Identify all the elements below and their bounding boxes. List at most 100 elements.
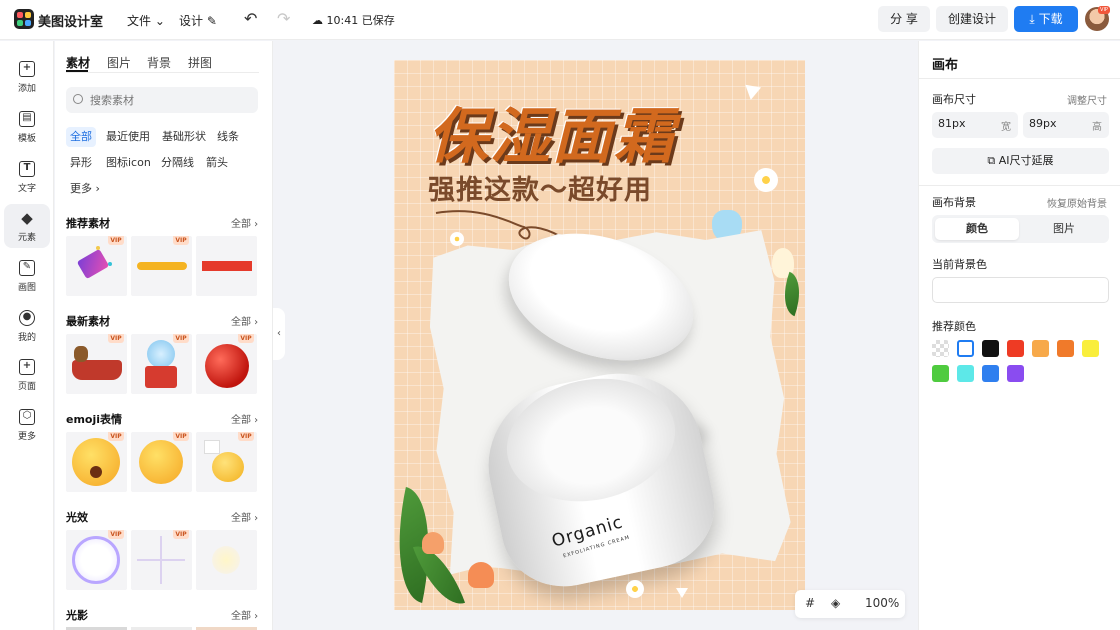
- width-field[interactable]: 宽: [932, 112, 1018, 138]
- color-swatch[interactable]: [932, 340, 949, 357]
- search-input[interactable]: [90, 91, 250, 109]
- redo-icon[interactable]: ↷: [277, 9, 290, 28]
- color-swatch[interactable]: [1007, 365, 1024, 382]
- asset-thumb-apple[interactable]: VIP: [196, 334, 257, 394]
- asset-panel: 素材 图片 背景 拼图 全部 最近使用 基础形状 线条 异形 图标icon 分隔…: [55, 41, 273, 630]
- rail-item-text[interactable]: T 文字: [4, 155, 50, 199]
- tab-image[interactable]: 图片: [1022, 218, 1106, 240]
- see-all-recommended[interactable]: 全部 ›: [231, 215, 258, 230]
- asset-thumb-brush-stroke[interactable]: VIP: [131, 236, 192, 296]
- layers-icon[interactable]: ◈: [831, 596, 840, 610]
- see-all-light-effects[interactable]: 全部 ›: [231, 509, 258, 524]
- color-swatch[interactable]: [957, 340, 974, 357]
- zoom-level[interactable]: 100%: [865, 596, 899, 610]
- color-swatch[interactable]: [982, 365, 999, 382]
- width-unit: 宽: [1001, 122, 1011, 133]
- chip-dividers[interactable]: 分隔线: [157, 153, 198, 173]
- chip-recent[interactable]: 最近使用: [102, 127, 154, 147]
- rail-item-mine[interactable]: ● 我的: [4, 304, 50, 348]
- color-swatch[interactable]: [957, 365, 974, 382]
- adjust-size-link[interactable]: 调整尺寸: [1067, 92, 1107, 107]
- tab-backgrounds[interactable]: 背景: [147, 54, 171, 71]
- download-button[interactable]: ⤓ 下载: [1014, 6, 1078, 32]
- chip-all[interactable]: 全部: [66, 127, 96, 147]
- tab-color[interactable]: 颜色: [935, 218, 1019, 240]
- decor-tulip: [468, 562, 494, 588]
- section-title-light-effects: 光效: [66, 511, 88, 524]
- vip-badge: VIP: [173, 334, 189, 343]
- undo-icon[interactable]: ↶: [244, 9, 257, 28]
- share-button[interactable]: 分 享: [878, 6, 930, 32]
- design-canvas[interactable]: 保湿面霜 强推这款～超好用 Organic EXFOLIATING CREAM: [394, 60, 805, 610]
- asset-thumb-sparkle[interactable]: VIP: [131, 530, 192, 590]
- user-icon: ●: [19, 310, 35, 326]
- ai-size-extend-button[interactable]: ⧉ AI尺寸延展: [932, 148, 1109, 174]
- background-type-toggle: 颜色 图片: [932, 215, 1109, 243]
- asset-thumb-red-bar[interactable]: [196, 236, 257, 296]
- color-swatch[interactable]: [1057, 340, 1074, 357]
- chip-basic-shapes[interactable]: 基础形状: [158, 127, 210, 147]
- rail-item-draw[interactable]: ✎ 画图: [4, 254, 50, 298]
- panel-collapse-handle[interactable]: ‹: [273, 308, 285, 360]
- asset-thumb-bubble[interactable]: VIP: [66, 530, 127, 590]
- tab-divider: [66, 72, 259, 73]
- restore-background-link[interactable]: 恢复原始背景: [1047, 195, 1107, 210]
- chevron-down-icon: ⌄: [154, 14, 165, 28]
- see-all-light-shadow[interactable]: 全部 ›: [231, 607, 258, 622]
- plus-square-icon: +: [19, 61, 35, 77]
- top-bar: 美图设计室 文件 ⌄ 设计 ✎ ↶ ↷ ☁ 10:41 已保存 分 享 创建设计…: [0, 0, 1120, 40]
- canvas-toolbar: # ◈ 100%: [795, 590, 905, 618]
- color-swatch[interactable]: [932, 365, 949, 382]
- asset-thumb-glow[interactable]: [196, 530, 257, 590]
- asset-thumb-snow-globe[interactable]: VIP: [131, 334, 192, 394]
- color-swatch[interactable]: [1082, 340, 1099, 357]
- see-all-latest[interactable]: 全部 ›: [231, 313, 258, 328]
- tab-images[interactable]: 图片: [107, 54, 131, 71]
- rail-item-template[interactable]: ▤ 模板: [4, 105, 50, 149]
- asset-thumb-sleigh[interactable]: VIP: [66, 334, 127, 394]
- tab-materials[interactable]: 素材: [66, 54, 90, 71]
- section-title-latest: 最新素材: [66, 315, 110, 328]
- asset-thumb-emoji-shocked[interactable]: VIP: [66, 432, 127, 492]
- tab-collage[interactable]: 拼图: [188, 54, 212, 71]
- rail-item-more[interactable]: ⬡ 更多: [4, 403, 50, 447]
- current-bg-color-field[interactable]: [932, 277, 1109, 303]
- rail-item-elements[interactable]: ◆ 元素: [4, 204, 50, 248]
- search-box[interactable]: [66, 87, 258, 113]
- section-title-light-shadow: 光影: [66, 609, 88, 622]
- grid-icon[interactable]: #: [805, 596, 815, 610]
- rail-item-add[interactable]: + 添加: [4, 55, 50, 99]
- recommended-colors-label: 推荐颜色: [932, 320, 976, 333]
- color-swatch[interactable]: [982, 340, 999, 357]
- asset-thumb-emoji-thinking[interactable]: VIP: [131, 432, 192, 492]
- poster-subtitle[interactable]: 强推这款～超好用: [428, 168, 652, 207]
- color-swatch[interactable]: [1007, 340, 1024, 357]
- decor-triangle: [676, 588, 688, 598]
- chip-irregular[interactable]: 异形: [66, 153, 96, 173]
- rail-item-page[interactable]: + 页面: [4, 353, 50, 397]
- height-unit: 高: [1092, 122, 1102, 133]
- decor-tulip: [422, 532, 444, 554]
- chip-more[interactable]: 更多 ›: [66, 179, 104, 199]
- width-input[interactable]: [938, 117, 988, 130]
- chevron-left-icon: ‹: [277, 328, 281, 339]
- divider: [919, 185, 1120, 186]
- chip-icons[interactable]: 图标icon: [102, 153, 155, 173]
- file-menu[interactable]: 文件 ⌄: [127, 12, 165, 29]
- asset-thumb-emoji-chick[interactable]: VIP: [196, 432, 257, 492]
- see-all-emoji[interactable]: 全部 ›: [231, 411, 258, 426]
- chip-arrows[interactable]: 箭头: [202, 153, 232, 173]
- app-logo-icon[interactable]: [14, 9, 34, 29]
- create-design-button[interactable]: 创建设计: [936, 6, 1008, 32]
- section-title-emoji: emoji表情: [66, 413, 123, 426]
- asset-thumb-confetti[interactable]: VIP: [66, 236, 127, 296]
- app-name[interactable]: 美图设计室: [38, 11, 103, 30]
- height-input[interactable]: [1029, 117, 1079, 130]
- color-swatch[interactable]: [1032, 340, 1049, 357]
- design-menu[interactable]: 设计 ✎: [179, 12, 217, 29]
- poster-title[interactable]: 保湿面霜: [428, 88, 676, 175]
- chip-lines[interactable]: 线条: [213, 127, 243, 147]
- ai-extend-icon: ⧉: [987, 154, 996, 167]
- height-field[interactable]: 高: [1023, 112, 1109, 138]
- tab-active-indicator: [66, 70, 88, 72]
